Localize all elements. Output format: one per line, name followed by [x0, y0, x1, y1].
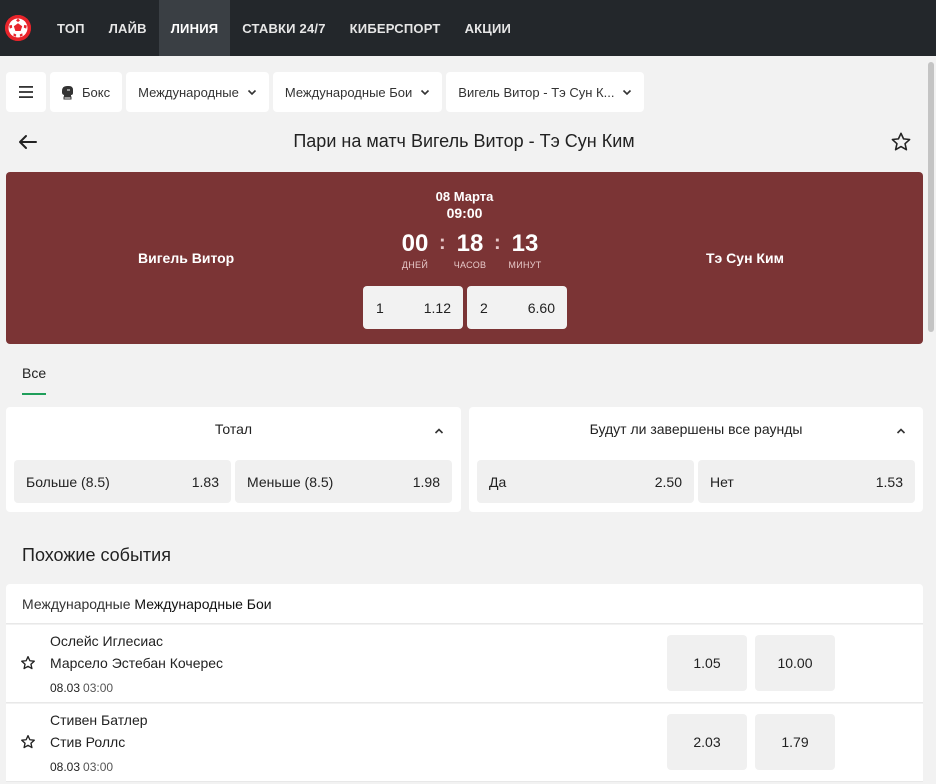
odds-button-2[interactable]: 1.79: [755, 714, 835, 770]
star-outline-icon[interactable]: [890, 131, 912, 153]
list-item[interactable]: Стивен Батлер Стив Роллс 08.03 03:00 2.03…: [6, 704, 923, 782]
option-value: 1.53: [875, 473, 903, 490]
nav-top[interactable]: ТОП: [45, 0, 97, 56]
participant-2: Стив Роллс: [50, 734, 126, 750]
odds-outcome: 2: [480, 299, 488, 316]
tab-active-indicator: [22, 393, 46, 395]
market-options: Больше (8.5) 1.83 Меньше (8.5) 1.98: [14, 460, 452, 503]
breadcrumb-event[interactable]: Вигель Витор - Тэ Сун К...: [446, 72, 645, 112]
chevron-down-icon: [623, 89, 632, 96]
countdown-minutes-label: МИНУТ: [508, 260, 542, 270]
soccer-ball-logo-icon[interactable]: [5, 15, 31, 41]
countdown-minutes: 13 МИНУТ: [505, 230, 545, 270]
similar-events-heading: Похожие события: [22, 545, 171, 565]
breadcrumb-category[interactable]: Международные: [126, 72, 269, 112]
countdown-timer: 00 ДНЕЙ : 18 ЧАСОВ : 13 МИНУТ: [390, 230, 542, 272]
breadcrumb-sport-label: Бокс: [82, 84, 111, 100]
odds-outcome: 1: [376, 299, 384, 316]
event-banner: Вигель Витор Тэ Сун Ким 08 Марта 09:00 0…: [6, 172, 923, 344]
breadcrumb: Бокс Международные Международные Бои Виг…: [6, 72, 645, 112]
league-category: Международные: [22, 596, 131, 612]
odds-button-home[interactable]: 1 1.12: [363, 286, 463, 329]
nav-esports[interactable]: КИБЕРСПОРТ: [338, 0, 453, 56]
hamburger-icon: [19, 86, 33, 98]
event-time: 09:00: [446, 205, 483, 221]
market-options: Да 2.50 Нет 1.53: [477, 460, 915, 503]
breadcrumb-tournament[interactable]: Международные Бои: [272, 72, 443, 112]
countdown-days-value: 00: [401, 230, 429, 257]
countdown-hours: 18 ЧАСОВ: [450, 230, 490, 270]
market-total: Тотал Больше (8.5) 1.83 Меньше (8.5) 1.9…: [6, 407, 461, 512]
market-all-rounds: Будут ли завершены все раунды Да 2.50 Не…: [469, 407, 923, 512]
market-title: Будут ли завершены все раунды: [589, 421, 803, 437]
participant-2: Марсело Эстебан Кочерес: [50, 655, 224, 671]
event-time: 03:00: [83, 681, 114, 695]
market-title: Тотал: [214, 421, 253, 437]
countdown-minutes-value: 13: [511, 230, 539, 257]
option-value: 1.83: [191, 473, 219, 490]
countdown-hours-label: ЧАСОВ: [453, 260, 487, 270]
home-team: Вигель Витор: [138, 250, 235, 266]
chevron-up-icon[interactable]: [895, 425, 907, 437]
odds-value: 1.12: [423, 299, 451, 316]
odds-button-away[interactable]: 2 6.60: [467, 286, 567, 329]
countdown-separator: :: [494, 232, 501, 254]
option-value: 2.50: [654, 473, 682, 490]
tab-all[interactable]: Все: [22, 365, 46, 381]
event-datetime: 08.03 03:00: [50, 681, 113, 695]
list-item[interactable]: Ослейс Иглесиас Марсело Эстебан Кочерес …: [6, 625, 923, 703]
participant-1: Стивен Батлер: [50, 712, 148, 728]
nav-line[interactable]: ЛИНИЯ: [158, 0, 231, 56]
participant-1: Ослейс Иглесиас: [50, 633, 163, 649]
main-odds: 1 1.12 2 6.60: [363, 286, 567, 329]
option-label: Больше (8.5): [26, 473, 110, 490]
odds-button-2[interactable]: 10.00: [755, 635, 835, 691]
countdown-days-label: ДНЕЙ: [401, 260, 429, 270]
star-outline-icon[interactable]: [20, 655, 36, 671]
option-label: Меньше (8.5): [247, 473, 334, 490]
countdown-days: 00 ДНЕЙ: [395, 230, 435, 270]
boxing-glove-icon: [62, 86, 73, 100]
countdown-hours-value: 18: [456, 230, 484, 257]
event-time: 03:00: [83, 760, 114, 774]
nav-promotions[interactable]: АКЦИИ: [453, 0, 524, 56]
odds-button-no[interactable]: Нет 1.53: [698, 460, 915, 503]
odds-button-1[interactable]: 1.05: [667, 635, 747, 691]
option-label: Нет: [710, 473, 734, 490]
odds-button-over[interactable]: Больше (8.5) 1.83: [14, 460, 231, 503]
option-value: 1.98: [412, 473, 440, 490]
odds-value: 6.60: [527, 299, 555, 316]
option-label: Да: [489, 473, 507, 490]
event-date: 08.03: [50, 681, 81, 695]
nav-bets-24-7[interactable]: СТАВКИ 24/7: [230, 0, 337, 56]
breadcrumb-category-label: Международные: [138, 84, 239, 100]
breadcrumb-tournament-label: Международные Бои: [284, 84, 413, 100]
league-header[interactable]: Международные Международные Бои: [6, 584, 923, 624]
away-team: Тэ Сун Ким: [706, 250, 784, 266]
chevron-up-icon[interactable]: [433, 425, 445, 437]
menu-button[interactable]: [6, 72, 46, 112]
chevron-down-icon: [247, 89, 256, 96]
odds-button-under[interactable]: Меньше (8.5) 1.98: [235, 460, 452, 503]
breadcrumb-sport[interactable]: Бокс: [50, 72, 123, 112]
odds-button-1[interactable]: 2.03: [667, 714, 747, 770]
star-outline-icon[interactable]: [20, 734, 36, 750]
chevron-down-icon: [421, 89, 430, 96]
event-date: 08.03: [50, 760, 81, 774]
event-date: 08 Марта: [435, 189, 494, 204]
breadcrumb-event-label: Вигель Витор - Тэ Сун К...: [458, 84, 615, 100]
league-name: Международные Бои: [134, 596, 272, 612]
top-navigation: ТОП ЛАЙВ ЛИНИЯ СТАВКИ 24/7 КИБЕРСПОРТ АК…: [0, 0, 936, 56]
odds-button-yes[interactable]: Да 2.50: [477, 460, 694, 503]
nav-live[interactable]: ЛАЙВ: [97, 0, 159, 56]
event-datetime: 08.03 03:00: [50, 760, 113, 774]
page-title: Пари на матч Вигель Витор - Тэ Сун Ким: [293, 131, 635, 151]
scrollbar-thumb[interactable]: [928, 62, 934, 332]
countdown-separator: :: [439, 232, 446, 254]
